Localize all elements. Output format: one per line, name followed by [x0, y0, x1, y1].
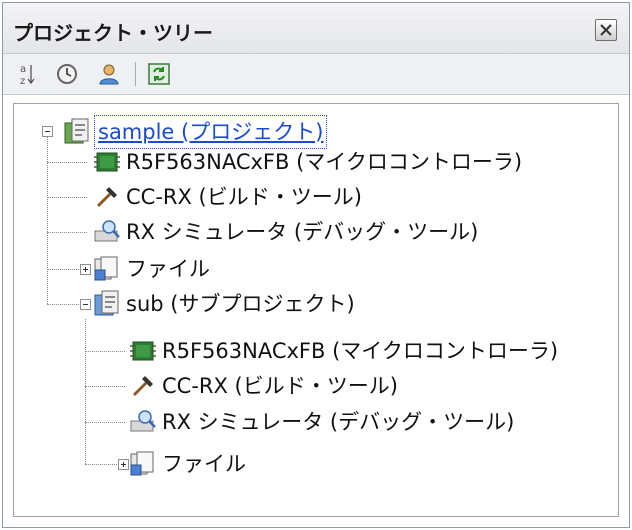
tree-node-build-tool[interactable]: CC-RX (ビルド・ツール) [92, 179, 362, 215]
tree-connector [85, 422, 125, 423]
collapse-icon[interactable] [42, 126, 53, 137]
tree-connector [47, 132, 48, 272]
collapse-icon[interactable] [80, 299, 91, 310]
microcontroller-icon [130, 341, 156, 361]
tree-node-debug-tool[interactable]: RX シミュレータ (デバッグ・ツール) [92, 214, 478, 250]
tree-connector [85, 386, 125, 387]
subproject-icon [94, 290, 119, 316]
refresh-icon[interactable] [145, 60, 173, 88]
tree-node-label: ファイル [162, 452, 246, 476]
svg-text:z: z [20, 76, 25, 86]
tree-connector [85, 319, 86, 464]
panel-title: プロジェクト・ツリー [13, 21, 213, 45]
toolbar-separator [135, 62, 136, 86]
file-folder-icon [94, 256, 118, 281]
microcontroller-icon [94, 152, 120, 172]
tree-node-sub-files[interactable]: ファイル [128, 446, 246, 482]
tree-connector [47, 162, 87, 163]
file-folder-icon [130, 451, 154, 476]
clock-icon[interactable] [53, 60, 81, 88]
tree-connector [47, 197, 87, 198]
project-tree-panel: プロジェクト・ツリー a z sample (プロジェクト) R5F563NAC… [2, 2, 630, 528]
project-icon [64, 118, 89, 144]
close-icon[interactable] [595, 19, 617, 41]
debugger-icon [130, 410, 156, 432]
tree-node-label: R5F563NACxFB (マイクロコントローラ) [126, 150, 523, 174]
tree-node-label: RX シミュレータ (デバッグ・ツール) [126, 220, 479, 244]
tree-node-sub-build-tool[interactable]: CC-RX (ビルド・ツール) [128, 368, 398, 404]
tree-node-label: CC-RX (ビルド・ツール) [126, 185, 362, 209]
tree-connector [47, 232, 87, 233]
panel-toolbar: a z [3, 54, 629, 95]
tree-node-label: CC-RX (ビルド・ツール) [162, 374, 398, 398]
tree-node-label: ファイル [126, 257, 210, 281]
svg-text:a: a [20, 64, 26, 75]
tree-node-mcu[interactable]: R5F563NACxFB (マイクロコントローラ) [92, 144, 522, 180]
tree-connector [47, 269, 48, 304]
sort-icon[interactable]: a z [13, 60, 41, 88]
tree-node-label: R5F563NACxFB (マイクロコントローラ) [162, 339, 559, 363]
tree-node-label: sample (プロジェクト) [93, 115, 328, 149]
tree-node-files[interactable]: ファイル [92, 251, 210, 287]
panel-titlebar: プロジェクト・ツリー [3, 3, 629, 54]
tree-connector [85, 351, 125, 352]
tree-node-label: sub (サブプロジェクト) [126, 292, 355, 316]
project-tree[interactable]: sample (プロジェクト) R5F563NACxFB (マイクロコントローラ… [13, 103, 619, 517]
debugger-icon [94, 220, 120, 242]
hammer-icon [96, 187, 117, 208]
user-icon[interactable] [95, 60, 123, 88]
tree-node-subproject[interactable]: sub (サブプロジェクト) [92, 286, 355, 322]
hammer-icon [132, 376, 153, 397]
tree-node-sub-mcu[interactable]: R5F563NACxFB (マイクロコントローラ) [128, 333, 558, 369]
tree-node-label: RX シミュレータ (デバッグ・ツール) [162, 410, 515, 434]
tree-node-sub-debug-tool[interactable]: RX シミュレータ (デバッグ・ツール) [128, 404, 514, 440]
expand-icon[interactable] [80, 264, 91, 275]
